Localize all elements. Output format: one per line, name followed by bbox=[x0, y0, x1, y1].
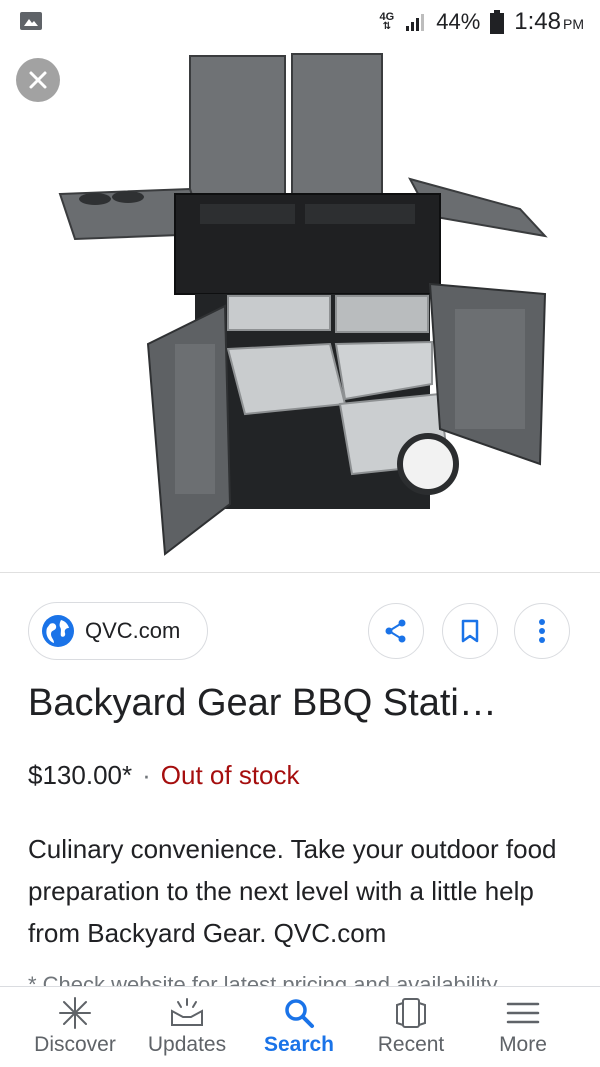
save-button[interactable] bbox=[442, 603, 498, 659]
bottom-nav: Discover Updates Search Recent More bbox=[0, 986, 600, 1066]
product-title[interactable]: Backyard Gear BBQ Stati… bbox=[28, 682, 588, 725]
menu-icon bbox=[506, 1002, 540, 1024]
close-button[interactable] bbox=[16, 58, 60, 102]
close-icon bbox=[29, 71, 47, 89]
source-chip[interactable]: QVC.com bbox=[28, 602, 208, 660]
price-row: $130.00* · Out of stock bbox=[28, 760, 300, 791]
stock-status: Out of stock bbox=[160, 760, 300, 790]
nav-more[interactable]: More bbox=[463, 987, 583, 1067]
asterisk-icon bbox=[59, 997, 91, 1029]
nav-search[interactable]: Search bbox=[239, 987, 359, 1067]
share-icon bbox=[385, 619, 406, 643]
divider bbox=[0, 572, 600, 573]
nav-recent[interactable]: Recent bbox=[351, 987, 471, 1067]
more-vert-icon bbox=[539, 619, 545, 643]
nav-label-recent: Recent bbox=[377, 1033, 445, 1056]
share-button[interactable] bbox=[368, 603, 424, 659]
status-bar: 4G ⇅ 44% 1:48 PM bbox=[0, 0, 600, 44]
nav-label-updates: Updates bbox=[147, 1033, 227, 1056]
search-icon bbox=[285, 999, 314, 1028]
clock-time: 1:48 bbox=[514, 8, 561, 35]
updates-icon bbox=[171, 998, 203, 1026]
clock-ampm: PM bbox=[563, 16, 584, 32]
more-options-button[interactable] bbox=[514, 603, 570, 659]
product-image[interactable] bbox=[0, 44, 600, 572]
network-type: 4G ⇅ bbox=[379, 11, 395, 32]
source-label: QVC.com bbox=[85, 618, 181, 643]
status-indicators: 4G ⇅ 44% 1:48 PM bbox=[380, 8, 584, 36]
nav-discover[interactable]: Discover bbox=[15, 987, 135, 1067]
nav-updates[interactable]: Updates bbox=[127, 987, 247, 1067]
battery-icon bbox=[490, 10, 505, 34]
nav-label-search: Search bbox=[263, 1033, 335, 1056]
product-description: Culinary convenience. Take your outdoor … bbox=[28, 834, 557, 948]
price-separator: · bbox=[142, 760, 151, 790]
signal-icon bbox=[406, 14, 425, 31]
bbq-station-illustration bbox=[58, 53, 548, 556]
price: $130.00* bbox=[28, 760, 133, 790]
recent-icon bbox=[396, 998, 426, 1028]
battery-percent: 44% bbox=[436, 9, 481, 34]
clock: 1:48 PM bbox=[514, 8, 584, 36]
bookmark-icon bbox=[461, 619, 479, 643]
gallery-icon bbox=[20, 12, 42, 30]
nav-label-more: More bbox=[499, 1033, 547, 1056]
nav-label-discover: Discover bbox=[34, 1033, 116, 1056]
globe-icon bbox=[42, 615, 74, 647]
